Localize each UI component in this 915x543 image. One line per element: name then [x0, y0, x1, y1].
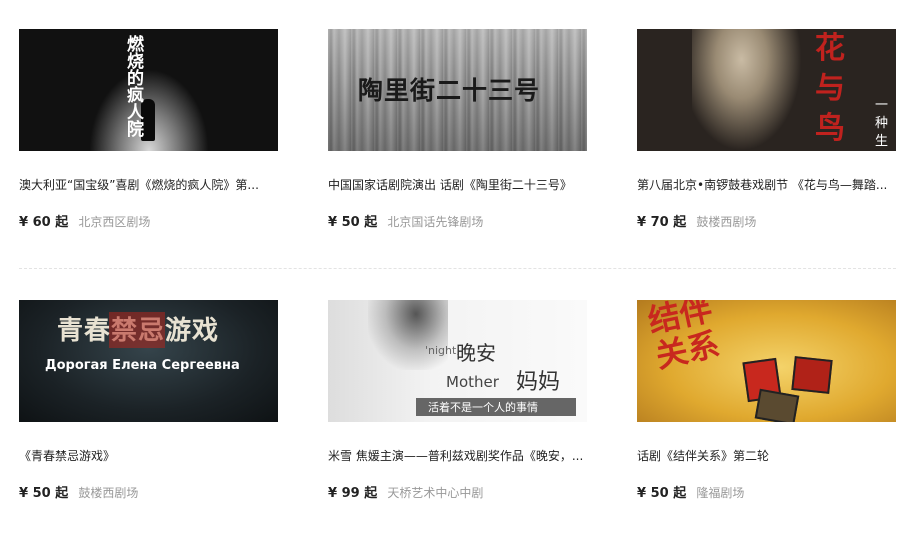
show-card[interactable]: 陶里街二十三号 中国国家话剧院演出 话剧《陶里街二十三号》 ¥ 50 起 北京国… [328, 29, 587, 230]
poster-title-text: 晚安 [456, 341, 496, 365]
show-price: ¥ 50 起 [637, 486, 687, 501]
show-title[interactable]: 中国国家话剧院演出 话剧《陶里街二十三号》 [328, 177, 587, 193]
poster-en-text-1: 'night, [425, 344, 460, 357]
show-title[interactable]: 第八届北京•南锣鼓巷戏剧节 《花与鸟—舞踏... [637, 177, 896, 193]
price-line: ¥ 70 起 鼓楼西剧场 [637, 213, 756, 232]
poster-side-text: 一种生 [875, 98, 889, 149]
show-venue[interactable]: 鼓楼西剧场 [696, 215, 756, 229]
poster-face-shadow [368, 300, 448, 370]
show-poster[interactable]: 陶里街二十三号 [328, 29, 587, 151]
show-poster[interactable]: 燃烧的疯人院 [19, 29, 278, 151]
row-divider [19, 268, 896, 269]
poster-subtitle-text: Дорогая Елена Сергеевна [45, 358, 240, 373]
show-venue[interactable]: 隆福剧场 [696, 486, 744, 500]
show-poster[interactable]: 青春禁忌游戏 Дорогая Елена Сергеевна [19, 300, 278, 422]
show-venue[interactable]: 鼓楼西剧场 [78, 486, 138, 500]
show-poster[interactable]: 'night, 晚安 Mother 妈妈 活着不是一个人的事情 [328, 300, 587, 422]
show-title[interactable]: 《青春禁忌游戏》 [19, 448, 278, 464]
show-venue[interactable]: 北京国话先锋剧场 [387, 215, 483, 229]
show-title[interactable]: 澳大利亚“国宝级”喜剧《燃烧的疯人院》第... [19, 177, 278, 193]
show-poster[interactable]: 花与鸟 一种生 [637, 29, 896, 151]
poster-title-text: 燃烧的疯人院 [127, 35, 144, 140]
show-price: ¥ 50 起 [328, 215, 378, 230]
poster-title-highlight [109, 312, 165, 348]
price-line: ¥ 50 起 隆福剧场 [637, 484, 744, 503]
show-venue[interactable]: 北京西区剧场 [78, 215, 150, 229]
show-title[interactable]: 米雪 焦媛主演——普利兹戏剧奖作品《晚安，... [328, 448, 587, 464]
show-price: ¥ 50 起 [19, 486, 69, 501]
show-card[interactable]: 'night, 晚安 Mother 妈妈 活着不是一个人的事情 米雪 焦媛主演—… [328, 300, 587, 501]
poster-photo-2 [791, 356, 833, 394]
show-card[interactable]: 青春禁忌游戏 Дорогая Елена Сергеевна 《青春禁忌游戏》 … [19, 300, 278, 501]
show-card[interactable]: 花与鸟 一种生 第八届北京•南锣鼓巷戏剧节 《花与鸟—舞踏... ¥ 70 起 … [637, 29, 896, 230]
price-line: ¥ 50 起 北京国话先锋剧场 [328, 213, 483, 232]
poster-en-text-2: Mother [446, 373, 499, 391]
poster-title-text: 花与鸟 [815, 31, 845, 146]
show-price: ¥ 70 起 [637, 215, 687, 230]
show-title[interactable]: 话剧《结伴关系》第二轮 [637, 448, 896, 464]
poster-tagline-text: 活着不是一个人的事情 [428, 401, 538, 414]
poster-title-text-2: 妈妈 [516, 370, 561, 395]
price-line: ¥ 60 起 北京西区剧场 [19, 213, 150, 232]
poster-dancer-figure [692, 29, 802, 151]
poster-title-text: 结伴关系 [644, 300, 723, 376]
show-card[interactable]: 燃烧的疯人院 澳大利亚“国宝级”喜剧《燃烧的疯人院》第... ¥ 60 起 北京… [19, 29, 278, 230]
poster-photo-3 [754, 388, 800, 422]
show-venue[interactable]: 天桥艺术中心中剧 [387, 486, 483, 500]
price-line: ¥ 99 起 天桥艺术中心中剧 [328, 484, 483, 503]
show-price: ¥ 99 起 [328, 486, 378, 501]
price-line: ¥ 50 起 鼓楼西剧场 [19, 484, 138, 503]
show-poster[interactable]: 结伴关系 [637, 300, 896, 422]
show-card[interactable]: 结伴关系 话剧《结伴关系》第二轮 ¥ 50 起 隆福剧场 [637, 300, 896, 501]
show-price: ¥ 60 起 [19, 215, 69, 230]
poster-title-text: 陶里街二十三号 [358, 76, 541, 105]
